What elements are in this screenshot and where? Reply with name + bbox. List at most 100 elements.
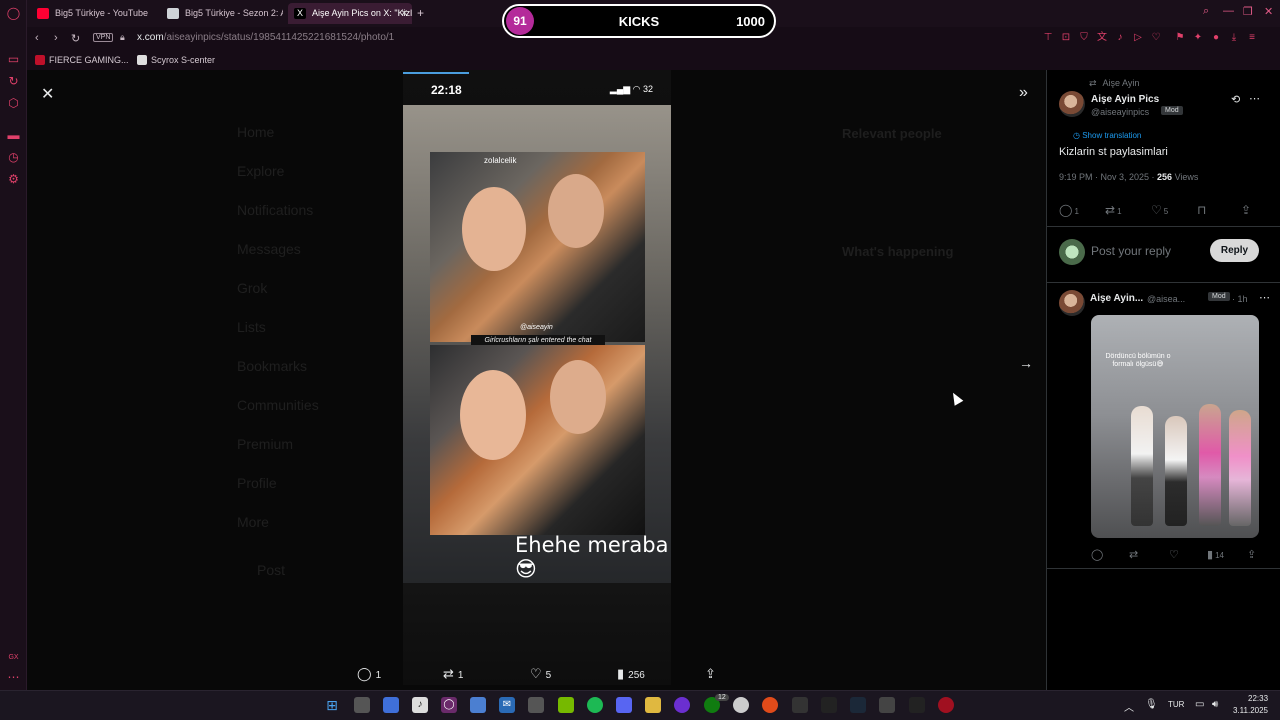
reply-author-name[interactable]: Aişe Ayin... [1090, 293, 1143, 304]
more-icon[interactable]: ⋯ [6, 670, 21, 685]
clock-time[interactable]: 22:33 [1248, 694, 1268, 703]
reply-input[interactable]: Post your reply [1091, 244, 1171, 258]
search-tabs-icon[interactable]: ⌕ [1203, 5, 1209, 18]
app-icon[interactable] [938, 697, 954, 713]
reposted-by[interactable]: ⇄ Aişe Ayin [1089, 78, 1139, 89]
app-icon[interactable] [762, 697, 778, 713]
reply-stat[interactable]: ◯ 1 [1059, 203, 1079, 217]
reply-views[interactable]: ▮ 14 [1207, 548, 1224, 561]
mic-icon[interactable]: 🎙︎ [1145, 699, 1158, 710]
reload-icon[interactable]: ↻ [71, 32, 80, 45]
opera-logo-icon[interactable]: ◯ [6, 6, 21, 21]
media-reply-button[interactable]: ◯ 1 [357, 666, 381, 682]
more-options-icon[interactable]: ⋯ [1259, 291, 1270, 304]
bookmark-fierce[interactable]: FIERCE GAMING... [35, 55, 129, 65]
app-circle-icon[interactable] [674, 697, 690, 713]
show-translation-link[interactable]: ◷ Show translation [1073, 131, 1141, 140]
heart-icon[interactable]: ♡ [1151, 33, 1161, 43]
shield-icon[interactable]: ⛉ [1079, 33, 1089, 43]
mail-icon[interactable]: ✉ [499, 697, 515, 713]
tray-chevron-icon[interactable]: ︿ [1124, 699, 1134, 714]
extension-icon[interactable]: ⚑ [1175, 33, 1185, 43]
puzzle-icon[interactable]: ✦ [1193, 33, 1203, 43]
lock-icon[interactable]: 🔒︎ [120, 32, 125, 43]
app-icon[interactable] [528, 697, 544, 713]
snapshot-icon[interactable]: ⊡ [1061, 33, 1071, 43]
tab-big5-sezon[interactable]: Big5 Türkiye - Sezon 2: A [161, 3, 283, 24]
app-icon[interactable] [733, 697, 749, 713]
reply-button[interactable]: Reply [1210, 239, 1259, 262]
close-window-icon[interactable]: ✕ [1264, 5, 1273, 18]
widgets-icon[interactable] [383, 697, 399, 713]
repost-stat[interactable]: ⇄ 1 [1105, 203, 1122, 217]
folder-icon[interactable] [645, 697, 661, 713]
close-tab-icon[interactable]: ✕ [400, 3, 408, 24]
like-stat[interactable]: ♡ 5 [1151, 203, 1168, 217]
author-name[interactable]: Aişe Ayin Pics [1091, 94, 1159, 105]
nvidia-icon[interactable] [558, 697, 574, 713]
epic-games-icon[interactable] [821, 697, 837, 713]
opera-gx-icon[interactable]: ◯ [441, 697, 457, 713]
author-handle[interactable]: @aiseayinpics [1091, 107, 1149, 117]
language-indicator[interactable]: TUR [1168, 700, 1184, 709]
bookmark-scyrox[interactable]: Scyrox S-center [137, 55, 215, 65]
reply-author-avatar[interactable] [1059, 290, 1085, 316]
media-views-button[interactable]: ▮ 256 [617, 666, 645, 682]
discord-icon[interactable] [616, 697, 632, 713]
reply-author-handle[interactable]: @aisea... [1147, 294, 1185, 304]
menu-icon[interactable]: ≡ [1247, 33, 1257, 43]
steam-icon[interactable] [850, 697, 866, 713]
settings-icon[interactable]: ⚙ [6, 172, 21, 187]
minimize-icon[interactable]: — [1223, 5, 1234, 17]
refresh-circle-icon[interactable]: ↻ [6, 74, 21, 89]
messenger-icon[interactable]: ▭ [6, 52, 21, 67]
gx-icon[interactable]: GX [6, 650, 21, 665]
app-icon[interactable] [879, 697, 895, 713]
reply-media[interactable]: Dördüncü bölümün o formalı ölgüsü😅 [1091, 315, 1259, 538]
translate-icon[interactable]: 文 [1097, 33, 1107, 43]
valorant-icon[interactable] [909, 697, 925, 713]
author-avatar[interactable] [1059, 91, 1085, 117]
play-icon[interactable]: ▷ [1133, 33, 1143, 43]
media-like-button[interactable]: ♡ 5 [530, 666, 551, 682]
vpn-badge[interactable]: VPN [93, 33, 114, 42]
share-button[interactable]: ⇪ [1241, 203, 1253, 217]
forward-icon[interactable]: › [54, 32, 58, 44]
close-media-button[interactable]: ✕ [41, 84, 54, 104]
download-icon[interactable]: ⤓ [1229, 33, 1239, 43]
reply-reply-button[interactable]: ◯ [1091, 548, 1105, 561]
volume-icon[interactable]: 🔊︎ [1212, 699, 1218, 710]
cube-icon[interactable]: ⬡ [6, 96, 21, 111]
bookmark-button[interactable]: ⊓ [1197, 203, 1208, 217]
my-avatar[interactable] [1059, 239, 1085, 265]
music-app-icon[interactable]: ♪ [412, 697, 428, 713]
music-icon[interactable]: ♪ [1115, 33, 1125, 43]
pin-icon[interactable]: ⊤ [1043, 33, 1053, 43]
grok-icon[interactable]: ⟲ [1231, 93, 1240, 106]
reply-share-button[interactable]: ⇪ [1247, 548, 1258, 561]
profile-avatar-icon[interactable]: ● [1211, 33, 1221, 43]
url-field[interactable]: x.com/aiseayinpics/status/19854114252216… [137, 32, 394, 43]
windows-start-icon[interactable]: ⊞ [324, 697, 340, 713]
next-media-arrow[interactable]: → [1019, 355, 1033, 371]
tab-youtube[interactable]: Big5 Türkiye - YouTube [31, 3, 155, 24]
clock-icon[interactable]: ◷ [6, 150, 21, 165]
collapse-panel-icon[interactable]: » [1019, 84, 1028, 102]
maximize-icon[interactable]: ❐ [1243, 5, 1253, 18]
more-options-icon[interactable]: ⋯ [1249, 92, 1260, 105]
clock-date[interactable]: 3.11.2025 [1233, 706, 1268, 715]
new-tab-button[interactable]: + [413, 3, 433, 24]
media-share-button[interactable]: ⇪ [705, 666, 720, 682]
reply-repost-button[interactable]: ⇄ [1129, 548, 1140, 561]
store-icon[interactable] [470, 697, 486, 713]
task-view-icon[interactable] [354, 697, 370, 713]
reply-time[interactable]: · 1h [1232, 294, 1248, 304]
gamepad-icon[interactable]: ▬ [6, 128, 21, 143]
back-icon[interactable]: ‹ [35, 32, 39, 44]
spotify-icon[interactable] [587, 697, 603, 713]
reply-like-button[interactable]: ♡ [1169, 548, 1181, 561]
tab-x-post[interactable]: X Aişe Ayin Pics on X: "Kizla ✕ [288, 3, 412, 24]
media-repost-button[interactable]: ⇄ 1 [443, 666, 463, 682]
app-icon[interactable] [792, 697, 808, 713]
network-icon[interactable]: ▭ [1195, 699, 1204, 710]
